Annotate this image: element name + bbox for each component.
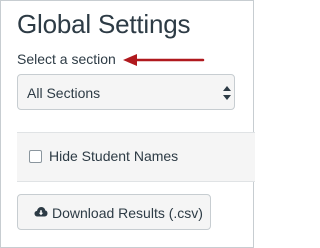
global-settings-panel: Global Settings Select a section All Sec…: [0, 0, 255, 248]
cloud-download-icon: [34, 207, 48, 217]
download-results-label: Download Results (.csv): [52, 205, 203, 221]
page-title: Global Settings: [17, 9, 191, 39]
arrow-left-icon: [123, 54, 205, 66]
section-select-value: All Sections: [27, 85, 101, 101]
download-results-button[interactable]: Download Results (.csv): [17, 194, 211, 230]
section-select[interactable]: All Sections: [17, 74, 235, 110]
chevron-up-down-icon: [223, 86, 231, 100]
hide-student-names-checkbox[interactable]: [29, 150, 42, 163]
options-panel: Hide Student Names: [17, 132, 255, 182]
hide-student-names-label[interactable]: Hide Student Names: [49, 148, 178, 164]
section-select-label: Select a section: [17, 51, 116, 67]
